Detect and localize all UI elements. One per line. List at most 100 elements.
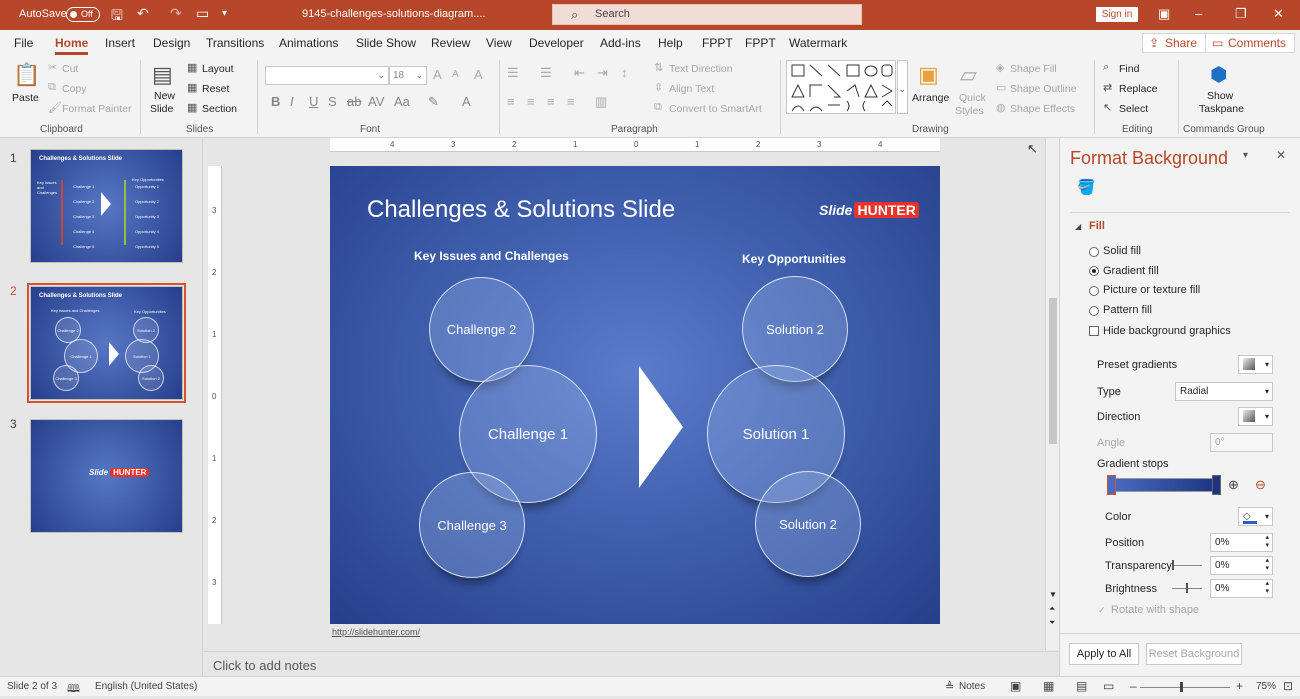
- copy-button[interactable]: Copy: [62, 83, 87, 95]
- layout-button[interactable]: Layout: [202, 63, 234, 75]
- increase-indent-icon[interactable]: ⇥: [597, 65, 608, 81]
- arrange-button[interactable]: Arrange: [912, 92, 949, 104]
- tab-design[interactable]: Design: [153, 36, 190, 50]
- slide-thumbnail-1[interactable]: Challenges & Solutions Slide Key Issues …: [30, 149, 183, 263]
- reading-view-icon[interactable]: ▤: [1076, 679, 1087, 693]
- quick-styles-line2[interactable]: Styles: [955, 105, 984, 117]
- tab-transitions[interactable]: Transitions: [206, 36, 264, 50]
- text-direction-button[interactable]: Text Direction: [669, 63, 733, 75]
- color-picker[interactable]: ◇ ▾: [1238, 507, 1273, 526]
- save-icon[interactable]: 🖫: [111, 5, 123, 29]
- new-slide-button-line1[interactable]: New: [154, 90, 175, 102]
- redo-icon[interactable]: ↷: [170, 5, 182, 22]
- align-left-icon[interactable]: ≡: [507, 94, 515, 109]
- sign-in-button[interactable]: Sign in: [1096, 7, 1138, 22]
- restore-icon[interactable]: ❐: [1235, 6, 1247, 22]
- pane-close-icon[interactable]: ✕: [1276, 148, 1286, 162]
- scroll-down-icon[interactable]: ▼: [1049, 590, 1057, 599]
- tab-help[interactable]: Help: [658, 36, 683, 50]
- fill-section-header[interactable]: Fill: [1089, 220, 1105, 232]
- minimize-icon[interactable]: –: [1195, 6, 1202, 21]
- ribbon-display-icon[interactable]: ▣: [1158, 6, 1170, 22]
- pattern-fill-label[interactable]: Pattern fill: [1103, 304, 1152, 316]
- show-taskpane-line2[interactable]: Taskpane: [1199, 103, 1244, 115]
- scrollbar-thumb[interactable]: [1049, 298, 1057, 444]
- clear-format-icon[interactable]: A: [474, 67, 483, 82]
- slide-thumbnail-2[interactable]: Challenges & Solutions Slide Key Issues …: [27, 283, 186, 403]
- grow-font-icon[interactable]: A: [433, 67, 442, 82]
- tab-fppt-2[interactable]: FPPT: [745, 36, 776, 50]
- slidehunter-logo[interactable]: Slide HUNTER: [819, 202, 919, 218]
- convert-smartart-button[interactable]: Convert to SmartArt: [669, 103, 762, 115]
- horizontal-ruler[interactable]: 4 3 2 1 0 1 2 3 4: [330, 138, 940, 152]
- pattern-fill-radio[interactable]: [1089, 306, 1099, 316]
- picture-fill-radio[interactable]: [1089, 286, 1099, 296]
- zoom-out-icon[interactable]: –: [1130, 679, 1137, 693]
- cut-button[interactable]: Cut: [62, 63, 78, 75]
- fit-slide-icon[interactable]: ⊡: [1283, 679, 1293, 693]
- position-input[interactable]: 0% ▴ ▾: [1210, 533, 1273, 552]
- transparency-slider[interactable]: [1172, 565, 1202, 566]
- decrease-indent-icon[interactable]: ⇤: [574, 65, 585, 81]
- normal-view-icon[interactable]: ▣: [1010, 679, 1021, 693]
- taskpane-icon[interactable]: ⬢: [1210, 62, 1227, 87]
- tab-watermark[interactable]: Watermark: [789, 36, 847, 50]
- autosave-toggle[interactable]: Off: [66, 7, 100, 22]
- solid-fill-label[interactable]: Solid fill: [1103, 245, 1141, 257]
- bold-button[interactable]: B: [271, 94, 280, 109]
- arrange-icon[interactable]: ▣: [918, 62, 939, 88]
- quick-styles-icon[interactable]: ▱: [960, 62, 977, 88]
- find-button[interactable]: Find: [1119, 63, 1139, 75]
- search-box[interactable]: ⌕ Search: [552, 4, 862, 25]
- apply-to-all-button[interactable]: Apply to All: [1069, 643, 1139, 665]
- columns-icon[interactable]: ▥: [595, 94, 607, 110]
- shadow-button[interactable]: S: [328, 94, 337, 109]
- fill-collapse-icon[interactable]: ◢: [1075, 222, 1081, 231]
- tab-developer[interactable]: Developer: [529, 36, 584, 50]
- tab-home[interactable]: Home: [55, 36, 89, 55]
- gradient-stop-2-handle[interactable]: [1212, 475, 1221, 495]
- left-heading[interactable]: Key Issues and Challenges: [414, 249, 569, 263]
- brightness-slider-thumb[interactable]: [1186, 583, 1188, 593]
- gradient-fill-radio[interactable]: [1089, 266, 1099, 276]
- direction-dropdown[interactable]: ▾: [1238, 407, 1273, 426]
- hide-bg-label[interactable]: Hide background graphics: [1103, 325, 1231, 337]
- highlight-icon[interactable]: ✎: [428, 94, 439, 110]
- comments-button[interactable]: ▭ Comments: [1205, 33, 1296, 53]
- customize-qat-icon[interactable]: ▾: [222, 8, 227, 19]
- zoom-in-icon[interactable]: +: [1236, 679, 1243, 693]
- char-spacing-icon[interactable]: AV: [368, 94, 384, 109]
- close-icon[interactable]: ✕: [1273, 6, 1284, 22]
- rotate-checkbox[interactable]: ✓: [1098, 605, 1106, 616]
- next-slide-icon[interactable]: ⏷: [1049, 618, 1055, 628]
- font-color-button[interactable]: A: [462, 94, 471, 109]
- shrink-font-icon[interactable]: A: [452, 69, 459, 80]
- tab-fppt-1[interactable]: FPPT: [702, 36, 733, 50]
- shapes-more[interactable]: ⌄: [897, 60, 908, 114]
- prev-slide-icon[interactable]: ⏶: [1049, 604, 1055, 614]
- align-center-icon[interactable]: ≡: [527, 94, 535, 109]
- tab-review[interactable]: Review: [431, 36, 470, 50]
- line-spacing-icon[interactable]: ↕: [621, 65, 628, 80]
- align-text-button[interactable]: Align Text: [669, 83, 714, 95]
- new-slide-button-line2[interactable]: Slide: [150, 103, 173, 115]
- tab-slide-show[interactable]: Slide Show: [356, 36, 416, 50]
- italic-button[interactable]: I: [290, 94, 294, 109]
- slide-vertical-scrollbar[interactable]: ▼ ⏶ ⏷: [1045, 138, 1059, 650]
- fill-bucket-icon[interactable]: 🪣: [1077, 178, 1096, 196]
- add-stop-icon[interactable]: ⊕: [1228, 477, 1239, 493]
- font-size-combo[interactable]: 18 ⌄: [389, 66, 427, 85]
- section-button[interactable]: Section: [202, 103, 237, 115]
- transparency-input[interactable]: 0% ▴ ▾: [1210, 556, 1273, 575]
- align-right-icon[interactable]: ≡: [547, 94, 555, 109]
- angle-input[interactable]: 0°: [1210, 433, 1273, 452]
- vertical-ruler[interactable]: 3 2 1 0 1 2 3: [208, 166, 222, 624]
- gradient-stops-bar[interactable]: [1110, 478, 1218, 492]
- challenge-3-circle[interactable]: Challenge 3: [419, 472, 525, 578]
- remove-stop-icon[interactable]: ⊖: [1255, 477, 1266, 493]
- justify-icon[interactable]: ≡: [567, 94, 575, 109]
- language-label[interactable]: English (United States): [95, 681, 197, 692]
- replace-button[interactable]: Replace: [1119, 83, 1158, 95]
- brightness-input[interactable]: 0% ▴ ▾: [1210, 579, 1273, 598]
- tab-view[interactable]: View: [486, 36, 512, 50]
